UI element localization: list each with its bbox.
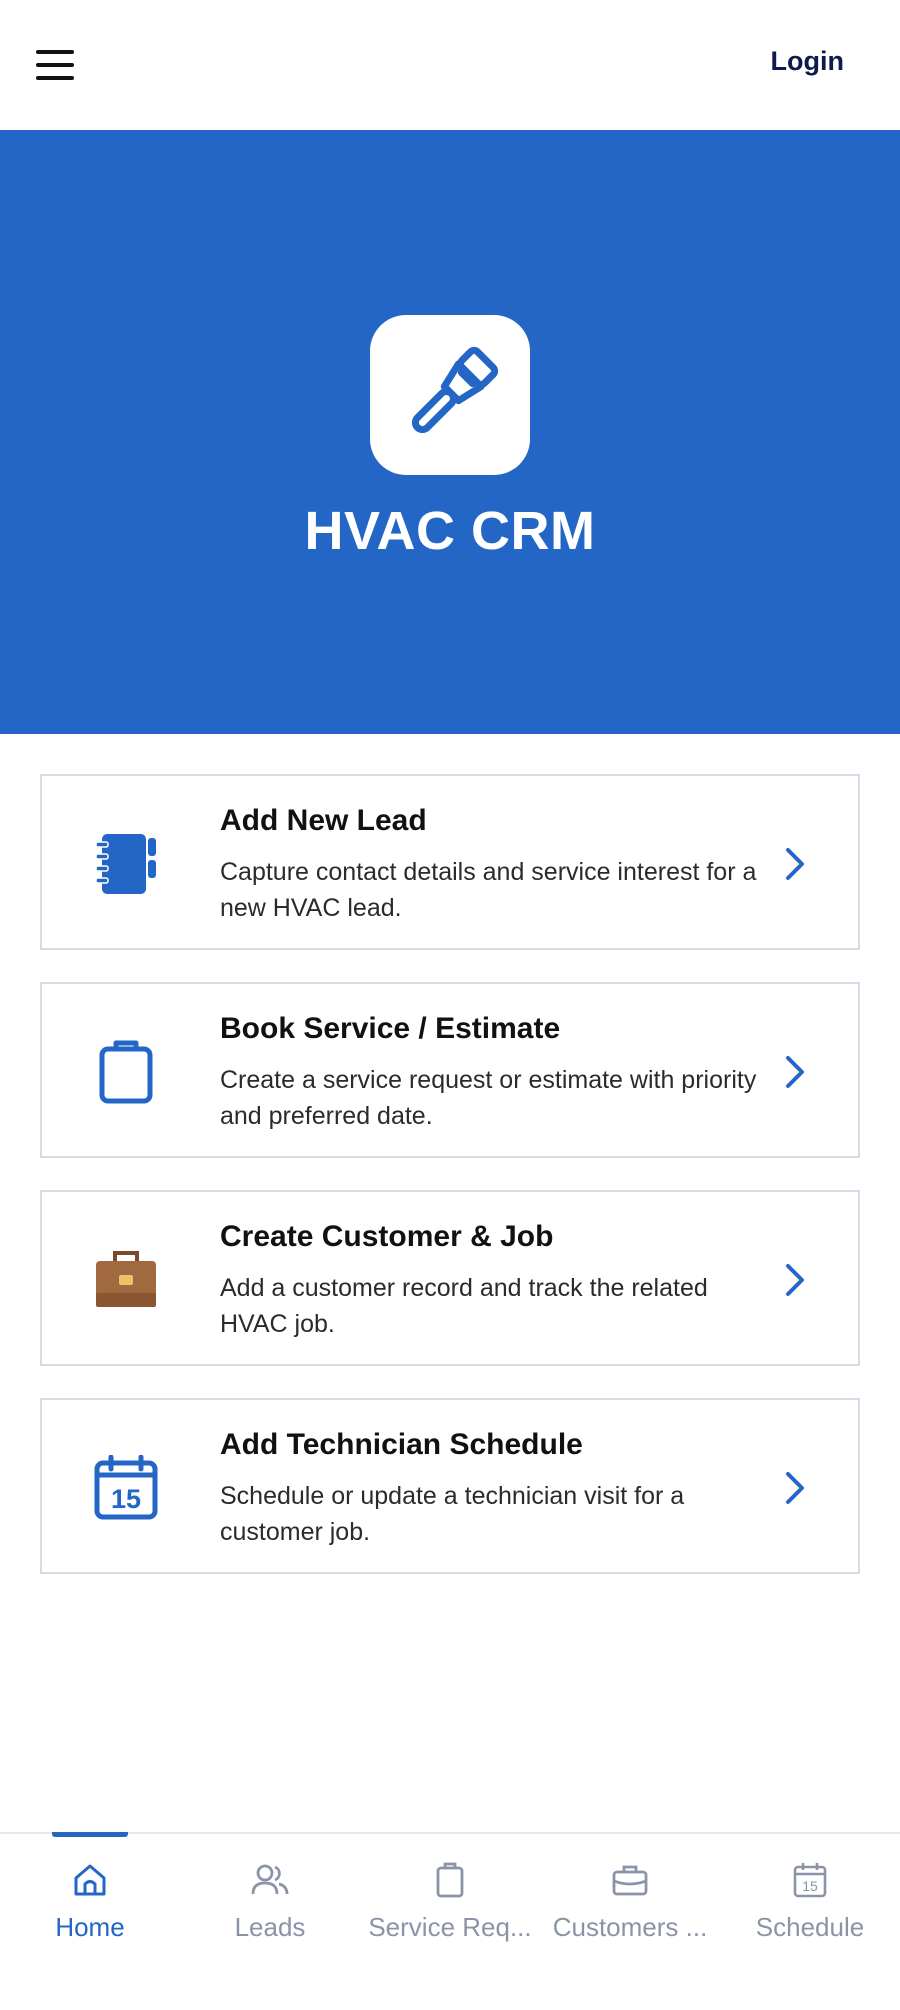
nav-service-requests[interactable]: Service Req... bbox=[360, 1834, 540, 1964]
create-customer-job-card[interactable]: Create Customer & Job Add a customer rec… bbox=[40, 1190, 860, 1366]
calendar-icon: 15 bbox=[793, 1863, 827, 1898]
people-icon bbox=[251, 1864, 289, 1895]
card-description: Add a customer record and track the rela… bbox=[220, 1274, 708, 1338]
book-service-card[interactable]: Book Service / Estimate Create a service… bbox=[40, 982, 860, 1158]
nav-label: Schedule bbox=[755, 1912, 865, 1942]
clipboard-icon bbox=[90, 1036, 162, 1108]
home-icon bbox=[74, 1864, 106, 1896]
nav-home[interactable]: Home bbox=[0, 1832, 180, 1964]
nav-label: Customers ... bbox=[552, 1912, 708, 1942]
calendar-day-number: 15 bbox=[802, 1878, 818, 1894]
nav-schedule[interactable]: 15 Schedule bbox=[720, 1834, 900, 1964]
nav-label: Service Req... bbox=[368, 1912, 532, 1942]
chevron-right-icon bbox=[786, 1056, 804, 1088]
card-title: Add Technician Schedule bbox=[220, 1428, 583, 1461]
hamburger-menu-icon[interactable] bbox=[36, 50, 74, 80]
notebook-icon bbox=[90, 828, 162, 900]
nav-label: Home bbox=[55, 1912, 125, 1942]
chevron-right-icon bbox=[786, 1264, 804, 1296]
login-button[interactable]: Login bbox=[771, 46, 844, 77]
card-title: Book Service / Estimate bbox=[220, 1012, 561, 1045]
add-technician-schedule-card[interactable]: 15 Add Technician Schedule Schedule or u… bbox=[40, 1398, 860, 1574]
app-title: HVAC CRM bbox=[304, 501, 596, 561]
paint-brush-icon bbox=[370, 315, 530, 475]
nav-leads[interactable]: Leads bbox=[180, 1834, 360, 1964]
calendar-icon: 15 bbox=[90, 1452, 162, 1524]
nav-label: Leads bbox=[234, 1912, 306, 1942]
briefcase-icon bbox=[612, 1865, 648, 1896]
top-bar: Login bbox=[0, 0, 900, 130]
action-cards: Add New Lead Capture contact details and… bbox=[40, 774, 860, 1606]
bottom-navigation: Home Leads Service Req... Customers ... bbox=[0, 1832, 900, 2010]
calendar-day-number: 15 bbox=[111, 1484, 141, 1514]
chevron-right-icon bbox=[786, 1472, 804, 1504]
chevron-right-icon bbox=[786, 848, 804, 880]
clipboard-icon bbox=[436, 1862, 464, 1898]
card-description: Capture contact details and service inte… bbox=[220, 858, 757, 922]
hero-banner: HVAC CRM bbox=[0, 130, 900, 734]
active-tab-indicator bbox=[52, 1832, 128, 1837]
card-title: Add New Lead bbox=[220, 804, 427, 837]
add-new-lead-card[interactable]: Add New Lead Capture contact details and… bbox=[40, 774, 860, 950]
card-description: Schedule or update a technician visit fo… bbox=[220, 1482, 685, 1546]
card-description: Create a service request or estimate wit… bbox=[220, 1066, 757, 1130]
briefcase-icon bbox=[90, 1244, 162, 1316]
nav-customers[interactable]: Customers ... bbox=[540, 1834, 720, 1964]
card-title: Create Customer & Job bbox=[220, 1220, 554, 1253]
